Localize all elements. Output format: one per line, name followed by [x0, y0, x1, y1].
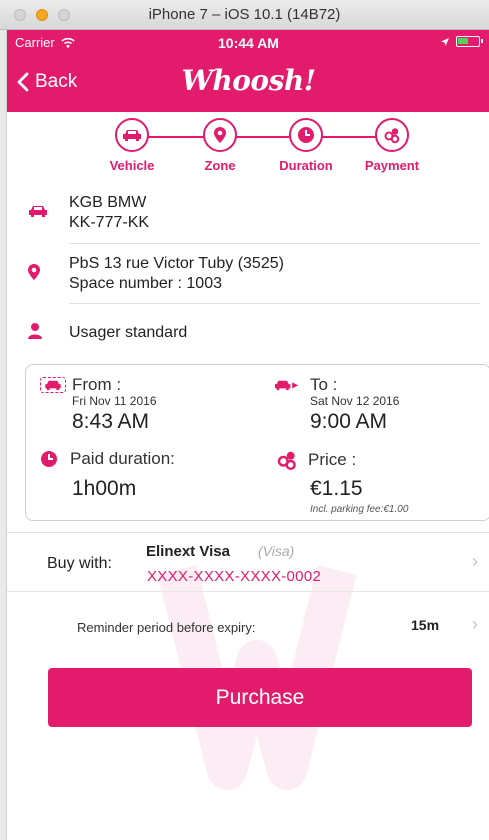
simulator-titlebar: iPhone 7 – iOS 10.1 (14B72)	[0, 0, 489, 30]
from-date: Fri Nov 11 2016	[72, 394, 157, 408]
from-label: From :	[72, 375, 122, 394]
zone-space: Space number : 1003	[69, 275, 222, 292]
step-label: Vehicle	[109, 158, 155, 173]
simulator-title: iPhone 7 – iOS 10.1 (14B72)	[148, 6, 341, 23]
card-name: Elinext Visa	[146, 543, 230, 560]
status-time: 10:44 AM	[218, 35, 279, 51]
to-label: To :	[310, 375, 338, 394]
booking-summary: KGB BMW KK-777-KK PbS 13 rue Victor Tuby…	[7, 182, 489, 362]
coins-icon	[375, 118, 409, 152]
reminder-label: Reminder period before expiry:	[77, 620, 256, 635]
zone-row[interactable]: PbS 13 rue Victor Tuby (3525) Space numb…	[7, 244, 489, 304]
car-icon	[115, 118, 149, 152]
step-label: Duration	[279, 158, 333, 173]
to-time: 9:00 AM	[310, 410, 388, 433]
chevron-right-icon: ›	[472, 614, 478, 634]
purchase-button[interactable]: Purchase	[48, 668, 472, 727]
step-duration[interactable]: Duration	[261, 118, 351, 173]
car-end-icon	[272, 379, 302, 391]
buy-with-label: Buy with:	[47, 555, 112, 572]
parking-fee-note: Incl. parking fee:€1.00	[310, 504, 409, 515]
step-label: Zone	[204, 158, 236, 173]
to-date: Sat Nov 12 2016	[310, 394, 400, 408]
duration-value: 1h00m	[72, 477, 137, 500]
duration-cell: Paid duration: 1h00m	[40, 449, 175, 501]
chevron-right-icon: ›	[472, 551, 478, 571]
vehicle-row[interactable]: KGB BMW KK-777-KK	[7, 182, 489, 244]
app-logo: Whoosh!	[181, 64, 316, 97]
battery-icon	[456, 36, 483, 47]
zone-address: PbS 13 rue Victor Tuby (3525)	[69, 255, 284, 272]
step-label: Payment	[364, 158, 420, 173]
car-icon	[27, 204, 49, 223]
session-card: From : Fri Nov 11 2016 8:43 AM To : Sat …	[25, 364, 489, 521]
person-icon	[27, 322, 43, 345]
reminder-value: 15m	[411, 617, 440, 633]
reminder-row[interactable]: Reminder period before expiry: 15m ›	[7, 592, 489, 652]
phone-screen: Carrier 10:44 AM Back Whoosh! Vehicle Zo…	[6, 30, 489, 840]
user-type: Usager standard	[69, 324, 188, 341]
location-arrow-icon	[441, 37, 449, 46]
step-payment[interactable]: Payment	[347, 118, 437, 173]
card-number: XXXX-XXXX-XXXX-0002	[147, 568, 322, 585]
payment-method-row[interactable]: Buy with: Elinext Visa (Visa) XXXX-XXXX-…	[7, 532, 489, 592]
price-value: €1.15	[310, 477, 363, 500]
car-start-icon	[40, 377, 66, 393]
vehicle-name: KGB BMW	[69, 194, 147, 211]
from-cell: From : Fri Nov 11 2016 8:43 AM	[40, 375, 157, 434]
duration-label: Paid duration:	[70, 449, 175, 468]
price-cell: Price : €1.15 Incl. parking fee:€1.00	[276, 449, 408, 515]
status-indicators	[440, 36, 483, 47]
progress-stepper: Vehicle Zone Duration Payment	[7, 118, 489, 182]
step-zone[interactable]: Zone	[175, 118, 265, 173]
price-label: Price :	[308, 450, 357, 469]
vehicle-plate: KK-777-KK	[69, 214, 150, 231]
location-pin-icon	[203, 118, 237, 152]
to-cell: To : Sat Nov 12 2016 9:00 AM	[272, 375, 399, 434]
card-type: (Visa)	[258, 543, 295, 559]
user-row[interactable]: Usager standard	[7, 304, 489, 362]
step-vehicle[interactable]: Vehicle	[87, 118, 177, 173]
app-header: Carrier 10:44 AM Back Whoosh!	[7, 30, 489, 112]
from-time: 8:43 AM	[72, 410, 150, 433]
clock-icon	[40, 450, 58, 468]
clock-icon	[289, 118, 323, 152]
coins-icon	[276, 449, 298, 471]
location-pin-icon	[27, 263, 41, 286]
